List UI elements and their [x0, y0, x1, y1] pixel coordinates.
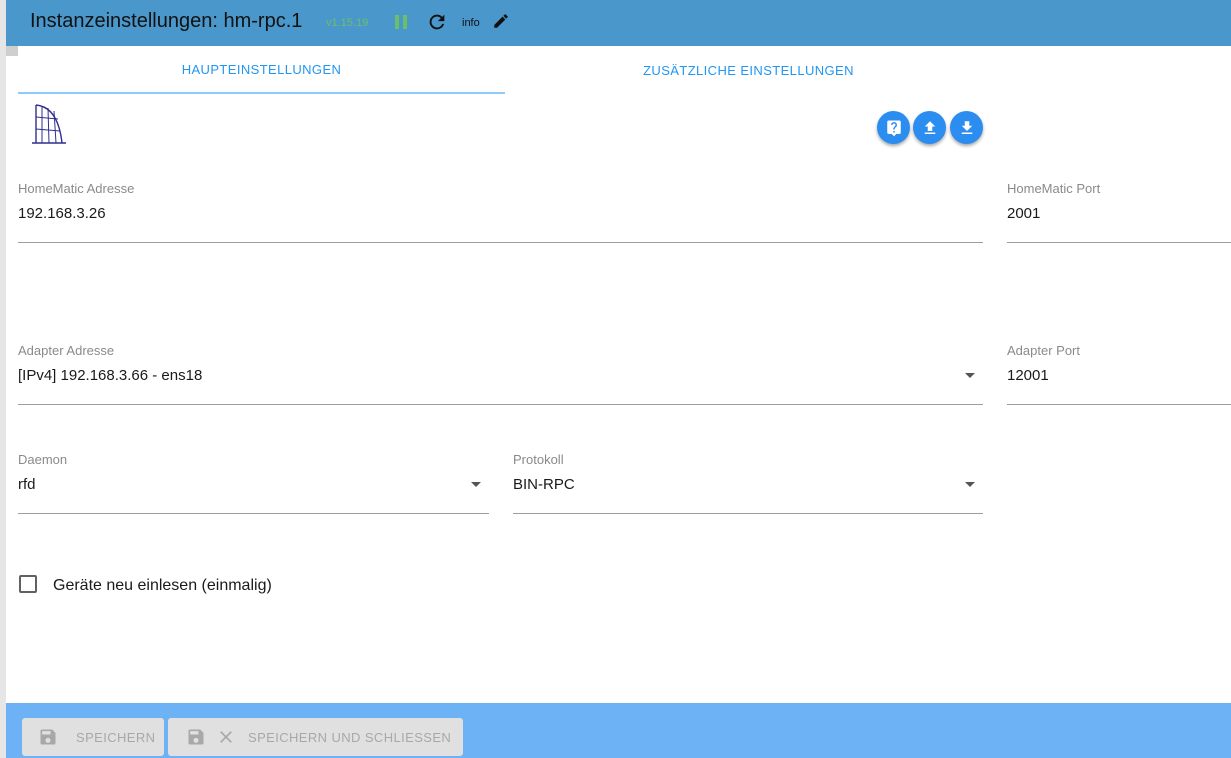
- protocol-value[interactable]: BIN-RPC: [513, 476, 575, 493]
- upload-icon: [924, 120, 935, 134]
- adapter-port-field[interactable]: Adapter Port 12001: [1007, 343, 1231, 405]
- instance-settings-header: Instanzeinstellungen: hm-rpc.1 v1.15.19 …: [6, 0, 1231, 46]
- homematic-address-input[interactable]: 192.168.3.26: [18, 205, 106, 222]
- field-underline: [18, 404, 983, 405]
- adapter-version: v1.15.19: [326, 17, 369, 29]
- log-level[interactable]: info: [462, 17, 480, 29]
- adapter-address-value[interactable]: [IPv4] 192.168.3.66 - ens18: [18, 367, 202, 384]
- reread-devices-label[interactable]: Geräte neu einlesen (einmalig): [53, 577, 272, 595]
- tab-main-settings[interactable]: HAUPTEINSTELLUNGEN: [18, 46, 505, 94]
- save-icon: [188, 729, 204, 745]
- homematic-address-label: HomeMatic Adresse: [18, 181, 135, 196]
- save-and-close-button-label: SPEICHERN UND SCHLIESSEN: [248, 729, 452, 745]
- daemon-label: Daemon: [18, 452, 68, 467]
- daemon-select[interactable]: Daemon rfd: [18, 452, 489, 514]
- homematic-port-input[interactable]: 2001: [1007, 205, 1040, 222]
- help-button[interactable]: [877, 111, 910, 144]
- dropdown-arrow-icon[interactable]: [471, 482, 481, 487]
- pause-icon[interactable]: [394, 14, 408, 30]
- save-and-close-button[interactable]: SPEICHERN UND SCHLIESSEN: [168, 718, 463, 756]
- adapter-address-label: Adapter Adresse: [18, 343, 115, 358]
- homematic-port-label: HomeMatic Port: [1007, 181, 1101, 196]
- upload-settings-button[interactable]: [913, 111, 946, 144]
- adapter-port-input[interactable]: 12001: [1007, 367, 1049, 384]
- protocol-select[interactable]: Protokoll BIN-RPC: [513, 452, 983, 514]
- field-underline: [18, 513, 489, 514]
- field-underline: [1007, 404, 1231, 405]
- header-shadow: [6, 46, 18, 56]
- adapter-port-label: Adapter Port: [1007, 343, 1080, 358]
- homematic-logo: [28, 101, 68, 153]
- reread-devices-checkbox[interactable]: [19, 575, 37, 593]
- window-left-edge: [0, 0, 6, 758]
- refresh-icon[interactable]: [426, 11, 448, 33]
- dropdown-arrow-icon[interactable]: [965, 373, 975, 378]
- field-underline: [18, 242, 983, 243]
- protocol-label: Protokoll: [513, 452, 564, 467]
- dropdown-arrow-icon[interactable]: [965, 482, 975, 487]
- homematic-port-field[interactable]: HomeMatic Port 2001: [1007, 181, 1231, 243]
- download-icon: [961, 120, 972, 134]
- page-title: Instanzeinstellungen: hm-rpc.1: [30, 10, 303, 32]
- homematic-address-field[interactable]: HomeMatic Adresse 192.168.3.26: [18, 181, 983, 243]
- save-icon: [40, 729, 56, 745]
- help-icon: [886, 120, 901, 136]
- download-settings-button[interactable]: [950, 111, 983, 144]
- footer-bar: SPEICHERN SPEICHERN UND SCHLIESSEN: [6, 703, 1231, 758]
- pencil-icon[interactable]: [492, 12, 510, 30]
- save-button[interactable]: SPEICHERN: [22, 718, 164, 756]
- close-icon: [220, 731, 232, 743]
- field-underline: [1007, 242, 1231, 243]
- save-button-label: SPEICHERN: [76, 729, 156, 745]
- adapter-address-select[interactable]: Adapter Adresse [IPv4] 192.168.3.66 - en…: [18, 343, 983, 405]
- tab-additional-settings[interactable]: ZUSÄTZLICHE EINSTELLUNGEN: [505, 46, 992, 94]
- field-underline: [513, 513, 983, 514]
- daemon-value[interactable]: rfd: [18, 476, 36, 493]
